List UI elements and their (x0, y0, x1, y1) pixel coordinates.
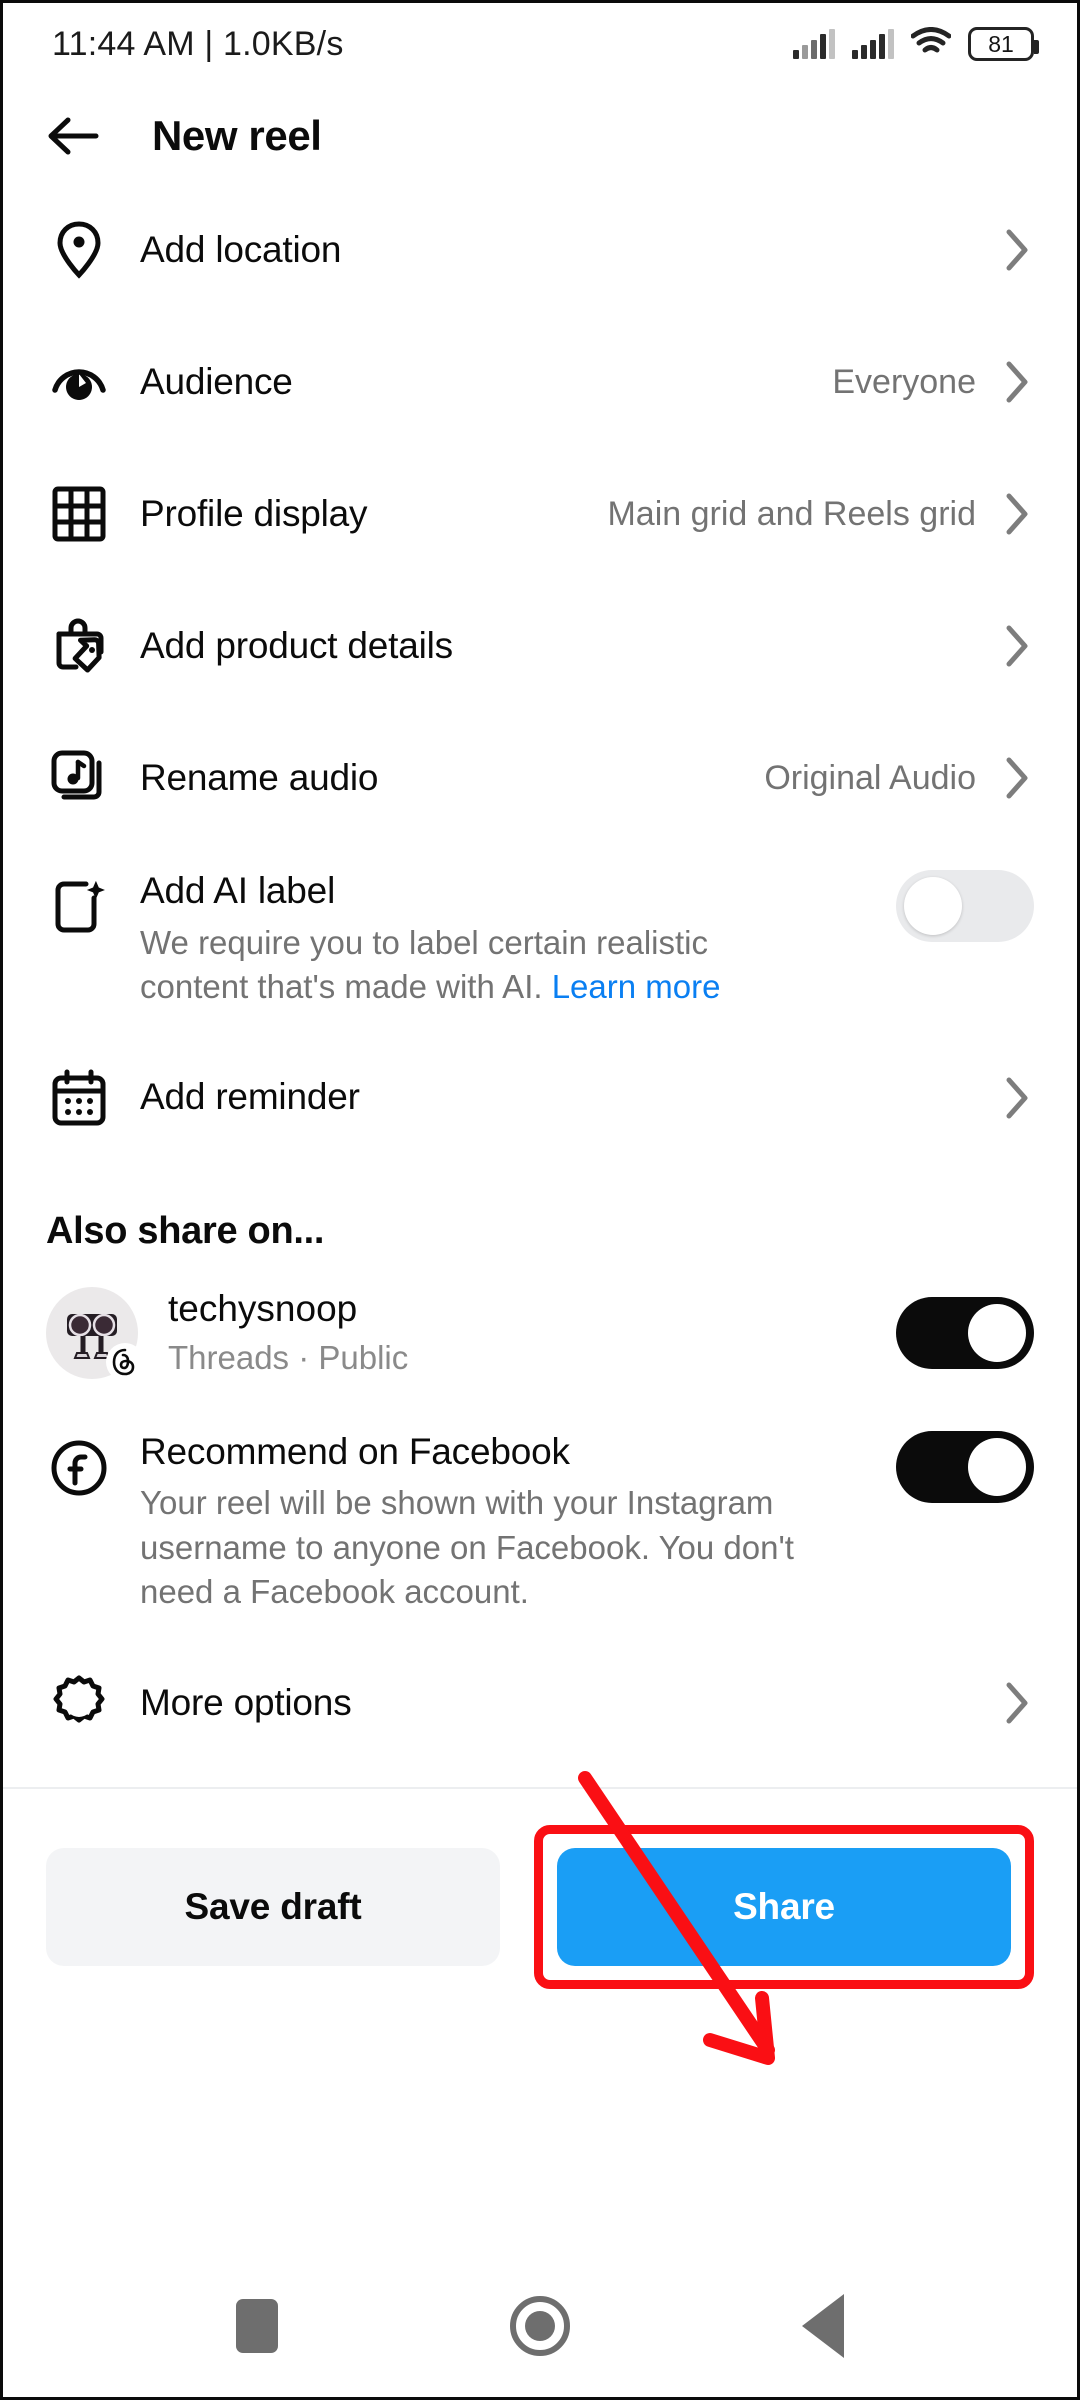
back-arrow-icon[interactable] (46, 109, 100, 163)
ai-sparkle-icon (46, 874, 112, 940)
android-nav-bar (0, 2252, 1080, 2400)
row-label: Add product details (140, 624, 453, 666)
audience-eye-icon (46, 349, 112, 415)
status-bar-icons: 81 (793, 26, 1039, 62)
app-header: New reel (0, 88, 1080, 184)
row-label: Audience (140, 360, 293, 402)
threads-share-toggle[interactable] (896, 1296, 1034, 1369)
battery-icon: 81 (968, 27, 1039, 61)
row-label: Add location (140, 228, 342, 270)
circle-home-icon[interactable] (510, 2296, 570, 2356)
row-audience[interactable]: Audience Everyone (0, 316, 1080, 448)
row-add-reminder[interactable]: Add reminder (0, 1032, 1080, 1164)
product-tag-icon (46, 613, 112, 679)
row-label: Recommend on Facebook (140, 1430, 570, 1472)
chevron-right-icon (1000, 228, 1034, 272)
status-bar-time: 11:44 AM | 1.0KB/s (52, 24, 344, 63)
row-label: More options (140, 1681, 352, 1723)
chevron-right-icon (1000, 1681, 1034, 1725)
triangle-back-icon[interactable] (802, 2294, 844, 2358)
calendar-icon (46, 1065, 112, 1131)
chevron-right-icon (1000, 492, 1034, 536)
chevron-right-icon (1000, 360, 1034, 404)
grid-icon (46, 481, 112, 547)
page-title: New reel (152, 112, 322, 159)
row-label: Add reminder (140, 1076, 360, 1118)
row-recommend-on-facebook[interactable]: Recommend on Facebook Your reel will be … (0, 1405, 1080, 1637)
wifi-icon (910, 26, 952, 62)
row-rename-audio[interactable]: Rename audio Original Audio (0, 712, 1080, 844)
row-value: Everyone (832, 362, 976, 401)
facebook-description: Your reel will be shown with your Instag… (140, 1484, 794, 1611)
square-recents-icon[interactable] (236, 2299, 278, 2353)
row-more-options[interactable]: More options (0, 1637, 1080, 1769)
share-button[interactable]: Share (557, 1847, 1011, 1966)
row-value: Main grid and Reels grid (607, 494, 976, 533)
action-bar: Save draft Share (0, 1789, 1080, 2023)
row-profile-display[interactable]: Profile display Main grid and Reels grid (0, 448, 1080, 580)
row-label: Add AI label (140, 870, 336, 911)
account-row-techysnoop[interactable]: techysnoop Threads · Public (0, 1261, 1080, 1405)
facebook-share-toggle[interactable] (896, 1430, 1034, 1503)
share-button-highlight: Share (534, 1824, 1034, 1989)
ai-label-toggle[interactable] (896, 870, 1034, 942)
threads-badge-icon (106, 1342, 144, 1381)
location-pin-icon (46, 217, 112, 283)
row-label: Profile display (140, 492, 368, 534)
audio-note-icon (46, 745, 112, 811)
row-add-product-details[interactable]: Add product details (0, 580, 1080, 712)
avatar (46, 1286, 144, 1381)
battery-level: 81 (988, 30, 1014, 57)
chevron-right-icon (1000, 1076, 1034, 1120)
account-meta: Threads · Public (168, 1338, 409, 1376)
signal-bars-icon (793, 29, 835, 59)
learn-more-link[interactable]: Learn more (552, 968, 721, 1005)
also-share-on-title: Also share on... (46, 1209, 325, 1252)
settings-list: Add location Audience Everyone Profile d… (0, 184, 1080, 1769)
row-add-ai-label[interactable]: Add AI label We require you to label cer… (0, 844, 1080, 1032)
chevron-right-icon (1000, 756, 1034, 800)
account-name: techysnoop (168, 1288, 358, 1330)
facebook-icon (46, 1435, 112, 1501)
row-add-location[interactable]: Add location (0, 184, 1080, 316)
ai-label-description: We require you to label certain realisti… (140, 921, 800, 1010)
row-label: Rename audio (140, 756, 379, 798)
gear-icon (46, 1670, 112, 1736)
status-bar: 11:44 AM | 1.0KB/s 81 (0, 0, 1080, 88)
signal-bars-icon (852, 29, 894, 59)
row-value: Original Audio (764, 758, 976, 797)
save-draft-button[interactable]: Save draft (46, 1847, 500, 1966)
chevron-right-icon (1000, 624, 1034, 668)
